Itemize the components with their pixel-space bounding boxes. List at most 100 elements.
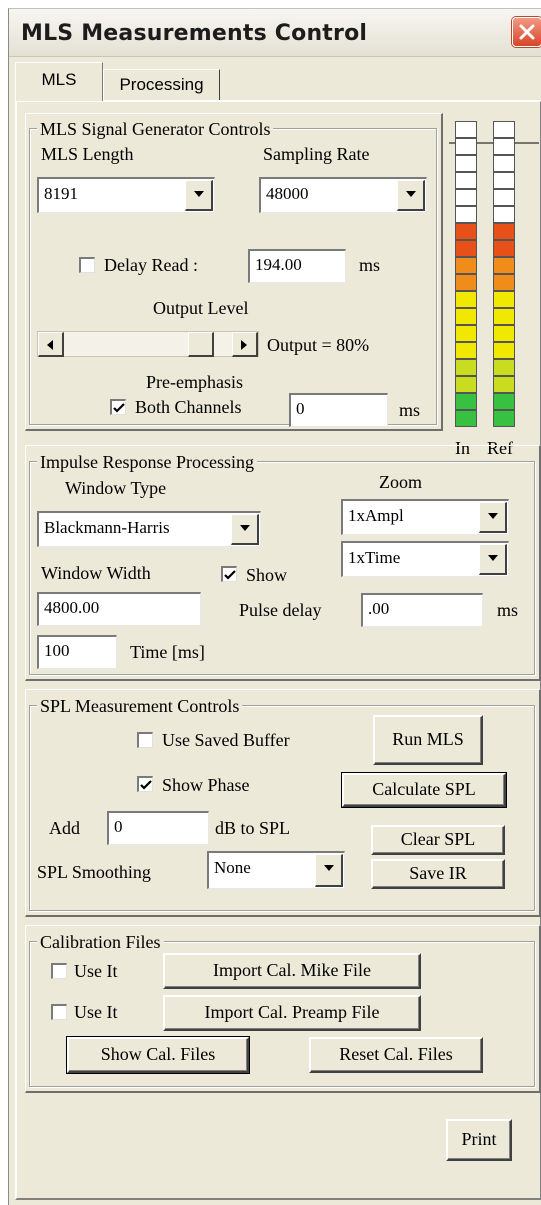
tab-mls[interactable]: MLS [15, 62, 103, 101]
calibration-legend: Calibration Files [37, 932, 164, 952]
add-db-input[interactable]: 0 [107, 811, 209, 845]
show-window-checkbox[interactable] [221, 566, 237, 582]
meter-segment [455, 172, 477, 189]
both-channels-checkbox[interactable] [110, 399, 126, 415]
use-saved-buffer-checkbox[interactable] [137, 732, 153, 748]
delay-read-checkbox[interactable] [79, 257, 95, 273]
output-level-label: Output Level [153, 298, 249, 318]
scroll-right-button[interactable] [232, 332, 258, 357]
preemphasis-unit: ms [399, 400, 421, 420]
mls-length-select[interactable]: 8191 [37, 177, 215, 213]
import-mike-file-button[interactable]: Import Cal. Mike File [163, 953, 421, 989]
meter-segment [493, 138, 515, 155]
zoom-ampl-dropdown-button[interactable] [479, 502, 507, 533]
meter-segment [455, 325, 477, 342]
meter-segment [493, 393, 515, 410]
spl-smoothing-dropdown-button[interactable] [315, 854, 343, 887]
close-button[interactable] [512, 17, 541, 47]
delay-read-label: Delay Read : [104, 255, 198, 275]
time-input[interactable]: 100 [37, 635, 117, 669]
meter-segment [455, 121, 477, 138]
use-preamp-cal-checkbox[interactable] [51, 1004, 67, 1020]
meter-segment [455, 274, 477, 291]
zoom-label: Zoom [379, 472, 422, 492]
use-saved-buffer-label: Use Saved Buffer [162, 730, 290, 750]
both-channels-label: Both Channels [135, 397, 242, 417]
spl-smoothing-value: None [214, 858, 251, 877]
meter-segment [493, 376, 515, 393]
scroll-left-button[interactable] [38, 332, 64, 357]
show-cal-files-button[interactable]: Show Cal. Files [66, 1036, 250, 1074]
sampling-rate-value: 48000 [266, 184, 309, 203]
meter-segment [493, 291, 515, 308]
output-level-text: Output = 80% [267, 335, 370, 355]
title-bar[interactable]: MLS Measurements Control [9, 9, 541, 57]
window-width-label: Window Width [41, 563, 151, 583]
pulse-delay-label: Pulse delay [239, 600, 322, 620]
meter-segment [493, 155, 515, 172]
show-window-label: Show [246, 565, 288, 585]
spl-smoothing-select[interactable]: None [207, 851, 345, 889]
chevron-down-icon [194, 191, 204, 197]
meter-segment [455, 138, 477, 155]
mls-measurements-window: MLS Measurements Control MLS Processing … [8, 8, 541, 1205]
meter-segment [455, 291, 477, 308]
save-ir-button[interactable]: Save IR [371, 859, 505, 889]
chevron-down-icon [240, 525, 250, 531]
output-level-thumb[interactable] [188, 332, 214, 357]
meter-segment [493, 172, 515, 189]
preemphasis-input[interactable]: 0 [289, 393, 388, 427]
meter-segment [455, 393, 477, 410]
output-level-slider[interactable] [37, 331, 259, 357]
pulse-delay-input[interactable]: .00 [361, 593, 483, 627]
meter-segment [493, 342, 515, 359]
zoom-time-dropdown-button[interactable] [479, 544, 507, 575]
sampling-rate-select[interactable]: 48000 [259, 177, 427, 213]
meter-segment [455, 410, 477, 427]
chevron-right-icon [241, 340, 247, 350]
zoom-time-value: 1xTime [348, 548, 401, 567]
meter-segment [493, 206, 515, 223]
meter-segment [455, 240, 477, 257]
meter-segment [455, 155, 477, 172]
checkmark-icon [140, 780, 152, 790]
zoom-time-select[interactable]: 1xTime [341, 541, 509, 577]
run-mls-button[interactable]: Run MLS [373, 715, 483, 765]
window-type-select[interactable]: Blackmann-Harris [37, 511, 261, 547]
print-button[interactable]: Print [446, 1119, 512, 1161]
window-width-input[interactable]: 4800.00 [37, 592, 201, 626]
mls-length-label: MLS Length [41, 144, 134, 164]
impulse-legend: Impulse Response Processing [37, 452, 257, 472]
use-mike-cal-checkbox[interactable] [51, 963, 67, 979]
meter-segment [455, 257, 477, 274]
zoom-ampl-select[interactable]: 1xAmpl [341, 499, 509, 535]
generator-legend: MLS Signal Generator Controls [37, 119, 274, 139]
pulse-delay-unit: ms [497, 600, 519, 620]
chevron-down-icon [324, 865, 334, 871]
meter-segment [493, 223, 515, 240]
spl-legend: SPL Measurement Controls [37, 696, 243, 716]
clear-spl-button[interactable]: Clear SPL [371, 825, 505, 855]
spl-smoothing-label: SPL Smoothing [37, 862, 151, 882]
chevron-down-icon [488, 513, 498, 519]
show-phase-checkbox[interactable] [137, 776, 153, 792]
import-preamp-file-button[interactable]: Import Cal. Preamp File [163, 995, 421, 1031]
reset-cal-files-button[interactable]: Reset Cal. Files [309, 1037, 483, 1073]
window-type-dropdown-button[interactable] [231, 514, 259, 545]
mls-length-dropdown-button[interactable] [185, 180, 213, 211]
sampling-rate-dropdown-button[interactable] [397, 180, 425, 211]
meter-segment [493, 274, 515, 291]
db-to-spl-label: dB to SPL [215, 818, 291, 838]
show-phase-label: Show Phase [162, 775, 250, 795]
tab-processing[interactable]: Processing [103, 69, 220, 100]
time-label: Time [ms] [130, 642, 205, 662]
meter-segment [455, 308, 477, 325]
calculate-spl-button[interactable]: Calculate SPL [341, 772, 507, 808]
meter-segment [493, 308, 515, 325]
use-preamp-cal-label: Use It [74, 1002, 118, 1022]
meter-segment [455, 189, 477, 206]
delay-read-input[interactable]: 194.00 [248, 249, 346, 283]
chevron-down-icon [406, 191, 416, 197]
window-type-label: Window Type [65, 478, 167, 498]
close-icon [519, 24, 535, 40]
